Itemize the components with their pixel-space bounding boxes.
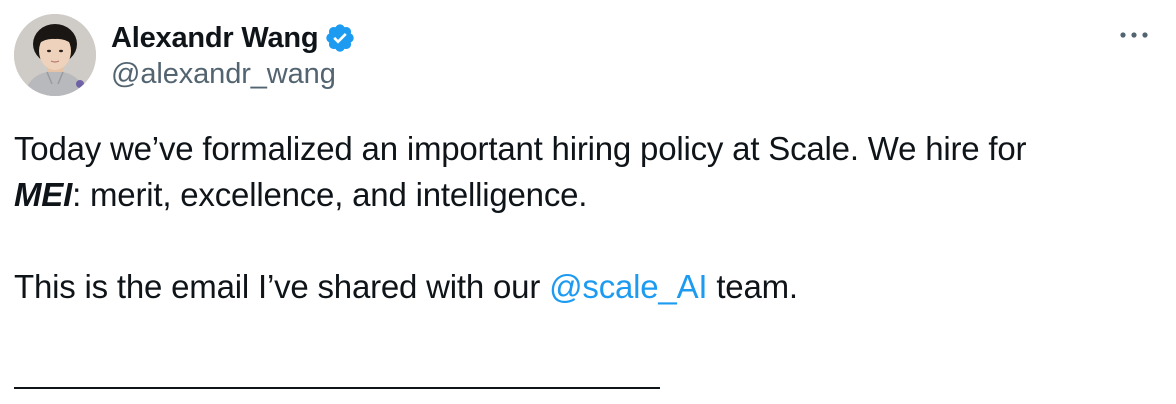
- more-horizontal-icon: [1120, 32, 1148, 38]
- horizontal-rule: [14, 387, 660, 389]
- verified-badge-icon: [324, 22, 356, 54]
- tweet-line-2-rest: : merit, excellence, and intelligence.: [72, 176, 588, 213]
- author-display-name[interactable]: Alexandr Wang: [111, 22, 319, 55]
- author-avatar[interactable]: [14, 14, 96, 96]
- mention-link[interactable]: @scale_AI: [549, 268, 707, 305]
- tweet-text: Today we’ve formalized an important hiri…: [14, 126, 1154, 310]
- more-options-button[interactable]: [1114, 18, 1154, 52]
- author-name-row: Alexandr Wang: [111, 18, 356, 58]
- tweet-line-3-post: team.: [707, 268, 798, 305]
- tweet-card: Alexandr Wang @alexandr_wang Today we’ve…: [0, 0, 1176, 404]
- tweet-line-2: MEI: merit, excellence, and intelligence…: [14, 172, 1154, 218]
- author-handle[interactable]: @alexandr_wang: [111, 58, 336, 91]
- tweet-line-3: This is the email I’ve shared with our @…: [14, 264, 1154, 310]
- mei-emphasis: MEI: [14, 176, 73, 213]
- tweet-line-1: Today we’ve formalized an important hiri…: [14, 130, 1027, 167]
- tweet-line-3-pre: This is the email I’ve shared with our: [14, 268, 550, 305]
